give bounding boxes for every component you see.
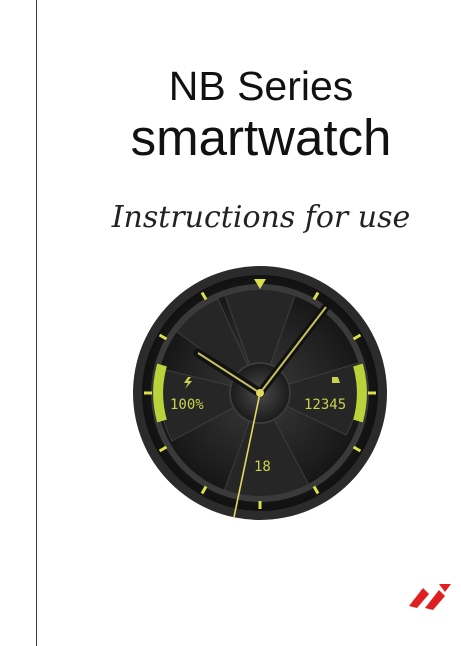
left-accent-arc: [153, 363, 167, 423]
title-line-1: NB Series: [168, 63, 354, 109]
title-line-2: smartwatch: [130, 109, 392, 166]
hand-pivot: [256, 389, 264, 397]
steps-text: 12345: [304, 397, 346, 413]
brand-logo: [409, 584, 451, 610]
right-accent-arc: [353, 363, 367, 423]
date-text: 18: [254, 459, 271, 475]
battery-text: 100%: [170, 397, 204, 413]
subtitle: Instructions for use: [111, 200, 411, 235]
smartwatch-face-image: 100% 12345 18: [132, 265, 388, 521]
watch-face-svg: 100% 12345 18: [133, 266, 387, 520]
